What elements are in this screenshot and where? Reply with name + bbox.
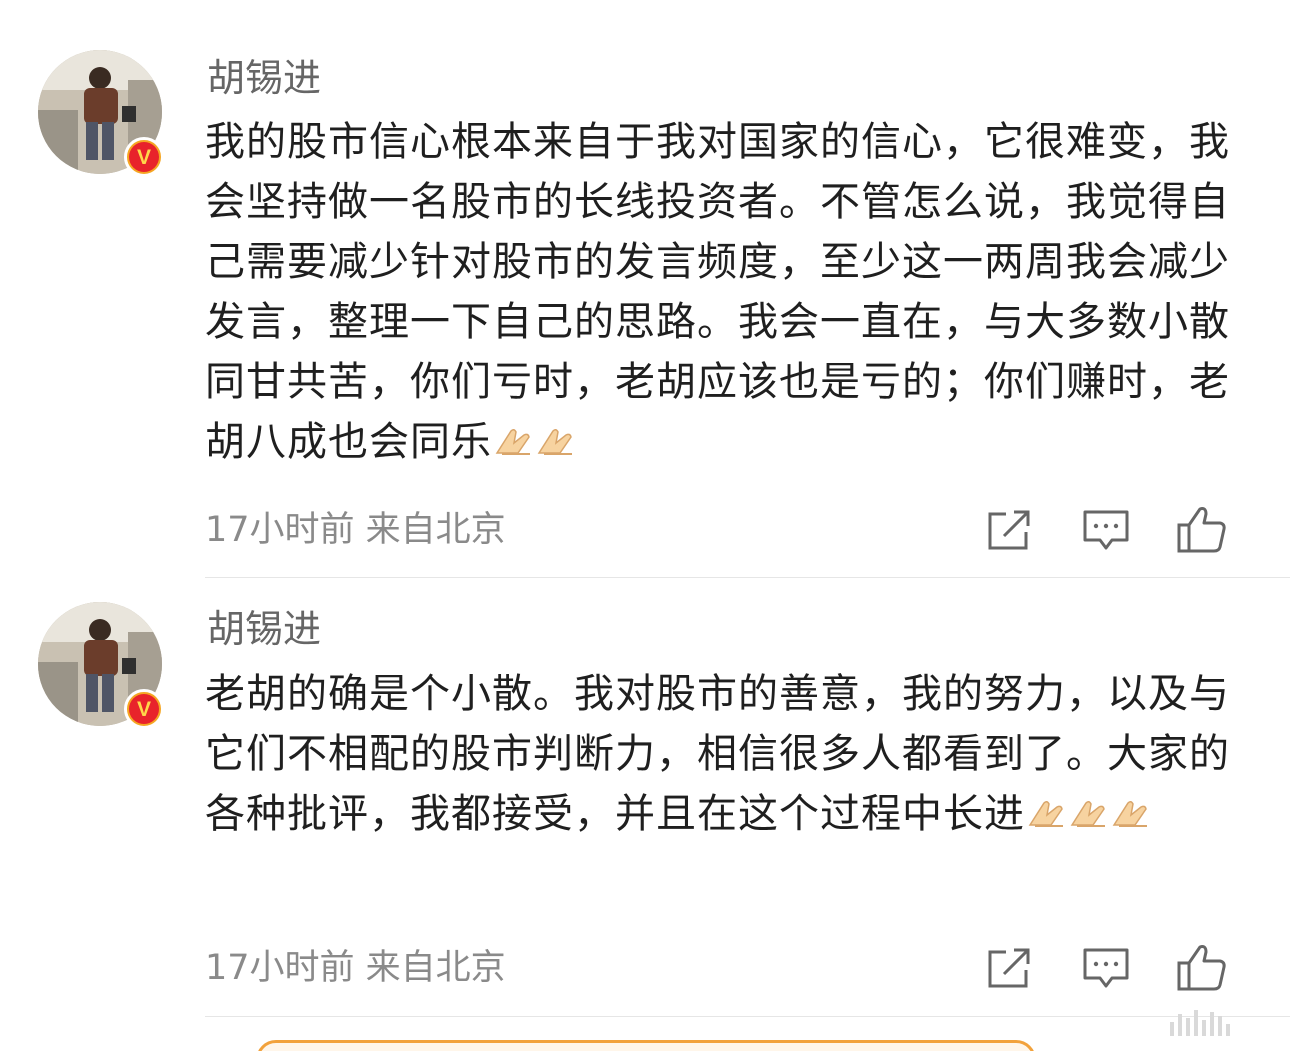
share-button[interactable] bbox=[962, 938, 1058, 998]
share-button[interactable] bbox=[962, 500, 1058, 560]
comment-actions bbox=[962, 500, 1250, 560]
like-icon bbox=[1177, 945, 1226, 991]
comment-actions bbox=[962, 938, 1250, 998]
comment-button[interactable] bbox=[1058, 938, 1154, 998]
pray-hands-icon bbox=[1111, 788, 1151, 848]
comment-button[interactable] bbox=[1058, 500, 1154, 560]
comment-text: 老胡的确是个小散。我对股市的善意，我的努力，以及与它们不相配的股市判断力，相信很… bbox=[205, 664, 1245, 848]
comment-icon bbox=[1083, 948, 1129, 988]
comment-item: V 胡锡进 我的股市信心根本来自于我对国家的信心，它很难变，我会坚持做一名股市的… bbox=[0, 0, 1290, 578]
pray-hands-icon bbox=[1027, 788, 1067, 848]
author-name[interactable]: 胡锡进 bbox=[207, 55, 321, 101]
comment-body: 我的股市信心根本来自于我对国家的信心，它很难变，我会坚持做一名股市的长线投资者。… bbox=[205, 119, 1230, 465]
pray-hands-icon bbox=[1069, 788, 1109, 848]
verified-badge-icon: V bbox=[124, 137, 164, 177]
weibo-comment-feed: V 胡锡进 我的股市信心根本来自于我对国家的信心，它很难变，我会坚持做一名股市的… bbox=[0, 0, 1290, 1051]
pray-hands-icon bbox=[536, 416, 576, 476]
comment-text: 我的股市信心根本来自于我对国家的信心，它很难变，我会坚持做一名股市的长线投资者。… bbox=[205, 112, 1245, 476]
pray-hands-icon bbox=[494, 416, 534, 476]
divider bbox=[205, 1016, 1290, 1017]
reply-input-bar[interactable] bbox=[256, 1040, 1036, 1051]
comment-meta: 17小时前 来自北京 bbox=[205, 948, 506, 988]
like-icon bbox=[1177, 507, 1226, 553]
author-name[interactable]: 胡锡进 bbox=[207, 606, 321, 652]
comment-meta: 17小时前 来自北京 bbox=[205, 510, 506, 550]
share-icon bbox=[988, 948, 1030, 988]
like-button[interactable] bbox=[1154, 938, 1250, 998]
comment-icon bbox=[1083, 510, 1129, 550]
like-button[interactable] bbox=[1154, 500, 1250, 560]
comment-item: V 胡锡进 老胡的确是个小散。我对股市的善意，我的努力，以及与它们不相配的股市判… bbox=[0, 578, 1290, 1018]
verified-badge-icon: V bbox=[124, 689, 164, 729]
share-icon bbox=[988, 510, 1030, 550]
watermark-icon bbox=[1170, 1010, 1230, 1036]
